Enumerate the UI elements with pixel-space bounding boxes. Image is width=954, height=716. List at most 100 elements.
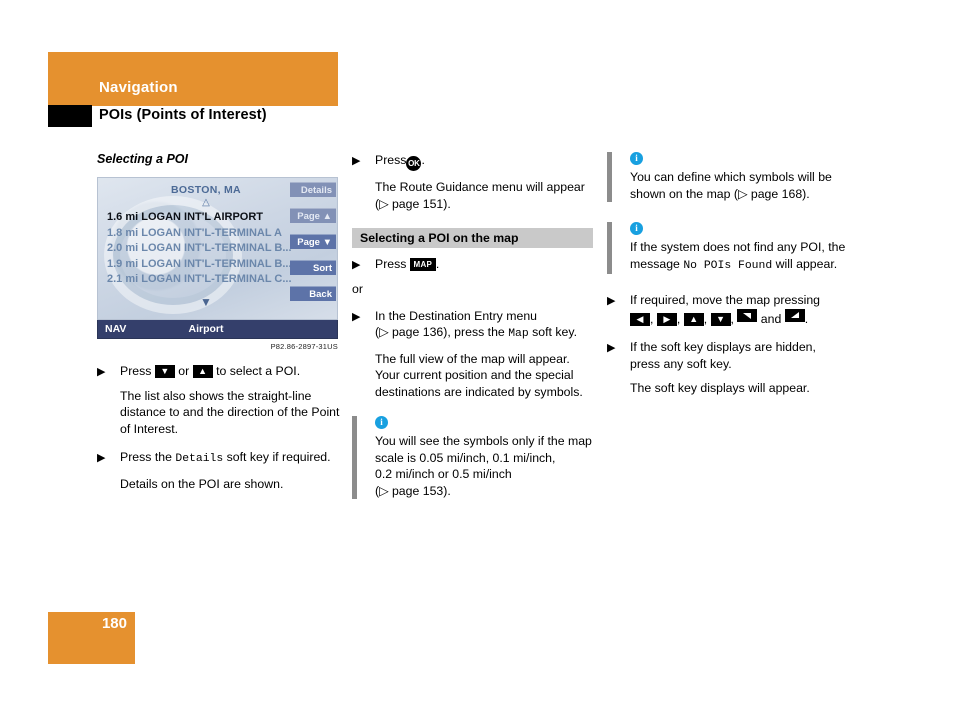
poi-name: LOGAN INT'L-TERMINAL B...	[141, 257, 292, 270]
softkey-name-details: Details	[175, 453, 224, 465]
bullet-triangle-icon: ▶	[97, 452, 106, 464]
arrow-down-key-icon: ▼	[710, 312, 731, 326]
step-move-map: ▶ If required, move the map pressing ◀, …	[607, 293, 821, 326]
page-subtitle: POIs (Points of Interest)	[99, 107, 267, 123]
step-text-post: .	[421, 153, 425, 167]
full-map-view-description: The full view of the map will appear. Yo…	[375, 351, 583, 399]
alternative-or-label: or	[352, 281, 363, 296]
softkey-back[interactable]: Back	[290, 286, 336, 301]
step-text-line2-pre: (▷ page 136), press the	[375, 325, 505, 339]
step-text-pre: Press	[375, 257, 407, 271]
section-heading-selecting-poi-on-map: Selecting a POI on the map	[352, 228, 593, 248]
arrow-right-key-icon: ▶	[656, 312, 677, 326]
softkey-page-down[interactable]: Page ▼	[290, 234, 336, 249]
arrow-left-key-icon: ◀	[630, 312, 650, 326]
note-bar	[607, 152, 612, 202]
nav-city-label: BOSTON, MA	[171, 184, 241, 196]
arrow-diagonal-down-right-key-icon	[737, 308, 758, 322]
note-bar	[352, 416, 357, 499]
step-text-post: to select a POI.	[216, 364, 301, 378]
poi-name: LOGAN INT'L-TERMINAL B...	[141, 242, 292, 254]
nav-status-category: Airport	[188, 323, 224, 335]
step-press-details: ▶ Press the Details soft key if required…	[97, 449, 341, 468]
nav-screen: BOSTON, MA △ 1.6 mi LOGAN INT'L AIRPORT …	[97, 177, 338, 320]
step-text-pre: Press	[375, 153, 407, 167]
step-text-line1: In the Destination Entry menu	[375, 308, 537, 323]
nav-status-bar: NAV Airport	[97, 320, 338, 339]
poi-name: LOGAN INT'L-TERMINAL A	[141, 226, 282, 239]
bullet-triangle-icon: ▶	[607, 295, 616, 307]
list-item[interactable]: 2.0 mi LOGAN INT'L-TERMINAL B...	[98, 241, 314, 257]
poi-distance: 1.9 mi	[107, 257, 139, 270]
step-text-line1: If required, move the map pressing	[630, 293, 821, 307]
step-press-ok: ▶ Press OK.	[352, 152, 596, 171]
poi-distance: 1.8 mi	[107, 226, 139, 239]
softkeys-appear-description: The soft key displays will appear.	[630, 381, 810, 395]
arrow-diagonal-up-right-key-icon	[784, 308, 805, 322]
route-guidance-description: The Route Guidance menu will appear (▷ p…	[352, 179, 596, 212]
route-guidance-line1: The Route Guidance menu will appear	[375, 180, 585, 194]
section-heading-selecting-a-poi: Selecting a POI	[97, 152, 189, 166]
bullet-triangle-icon: ▶	[352, 259, 361, 271]
map-button-icon: MAP	[409, 258, 436, 271]
list-item[interactable]: 2.1 mi LOGAN INT'L-TERMINAL C...	[98, 272, 314, 288]
header-orange-band	[48, 52, 338, 106]
nav-scroll-up-triangle-icon: △	[202, 197, 210, 208]
bullet-triangle-icon: ▶	[352, 310, 361, 323]
note-text-post: will appear.	[775, 256, 838, 271]
arrow-down-key-icon: ▼	[154, 365, 175, 378]
nav-scroll-down-triangle-icon: ▼	[200, 295, 212, 309]
softkey-page-up[interactable]: Page ▲	[290, 208, 336, 223]
step-text-pre: Press	[120, 364, 152, 378]
step-text-mid: or	[178, 364, 190, 378]
ok-button-icon: OK	[406, 156, 422, 171]
left-column: Selecting a POI BOSTON, MA △ 1.6 mi LOGA…	[97, 152, 341, 492]
info-icon: i	[630, 222, 643, 235]
nav-softkey-column: Details Page ▲ Page ▼ Sort Back	[289, 178, 337, 319]
info-icon: i	[630, 152, 643, 165]
list-item[interactable]: 1.9 mi LOGAN INT'L-TERMINAL B...	[98, 257, 314, 273]
step-text-post: soft key if required.	[226, 450, 331, 464]
bullet-triangle-icon: ▶	[607, 342, 616, 354]
softkey-sort[interactable]: Sort	[290, 260, 336, 275]
step-select-poi-description: The list also shows the straight-line di…	[120, 388, 340, 436]
step-text-pre: Press the	[120, 450, 172, 464]
note-text: You can define which symbols will be sho…	[630, 169, 851, 202]
softkey-name-map: Map	[508, 328, 529, 340]
poi-name: LOGAN INT'L-TERMINAL C...	[141, 273, 292, 285]
page-title: Navigation	[99, 79, 178, 96]
note-line-2: scale is 0.05 mi/inch, 0.1 mi/inch,	[375, 450, 556, 465]
bullet-triangle-icon: ▶	[97, 366, 106, 378]
nav-poi-list[interactable]: 1.6 mi LOGAN INT'L AIRPORT 1.8 mi LOGAN …	[98, 210, 314, 288]
bullet-triangle-icon: ▶	[352, 155, 361, 167]
step-text-and: and	[760, 311, 782, 326]
note-text: If the system does not find any POI, the…	[630, 239, 851, 274]
note-text: You will see the symbols only if the map…	[375, 433, 596, 499]
list-item[interactable]: 1.8 mi LOGAN INT'L-TERMINAL A	[98, 226, 314, 242]
note-line-1: You can define which symbols will be	[630, 170, 832, 184]
step-text-line1: If the soft key displays are hidden,	[630, 340, 816, 354]
step-text-post: .	[435, 257, 440, 271]
note-no-pois-found: i If the system does not find any POI, t…	[607, 222, 851, 274]
note-map-scale: i You will see the symbols only if the m…	[352, 416, 596, 499]
note-bar	[607, 222, 612, 274]
note-line-4: (▷ page 153).	[375, 483, 451, 498]
step-press-map: ▶ Press MAP.	[352, 256, 596, 273]
figure-caption: P82.86-2897-31US	[270, 342, 338, 351]
middle-column: ▶ Press OK. The Route Guidance menu will …	[352, 152, 596, 499]
step-select-poi: ▶ Press ▼ or ▲ to select a POI.	[97, 363, 341, 380]
softkey-details[interactable]: Details	[290, 182, 336, 197]
page-number: 180	[101, 615, 127, 632]
right-column: i You can define which symbols will be s…	[607, 152, 851, 397]
list-item[interactable]: 1.6 mi LOGAN INT'L AIRPORT	[98, 210, 314, 226]
system-message-no-pois-found: No POIs Found	[683, 259, 773, 272]
step-destination-entry-menu: ▶ In the Destination Entry menu (▷ page …	[352, 308, 596, 343]
note-line-1: You will see the symbols only if the map	[375, 434, 592, 448]
step-press-details-description: Details on the POI are shown.	[120, 476, 284, 491]
step-text-line2: press any soft key.	[630, 356, 732, 371]
note-define-symbols: i You can define which symbols will be s…	[607, 152, 851, 202]
poi-distance: 2.0 mi	[107, 242, 139, 254]
poi-distance: 2.1 mi	[107, 273, 139, 285]
step-softkeys-hidden: ▶ If the soft key displays are hidden, p…	[607, 339, 851, 372]
poi-distance: 1.6 mi	[107, 211, 139, 223]
